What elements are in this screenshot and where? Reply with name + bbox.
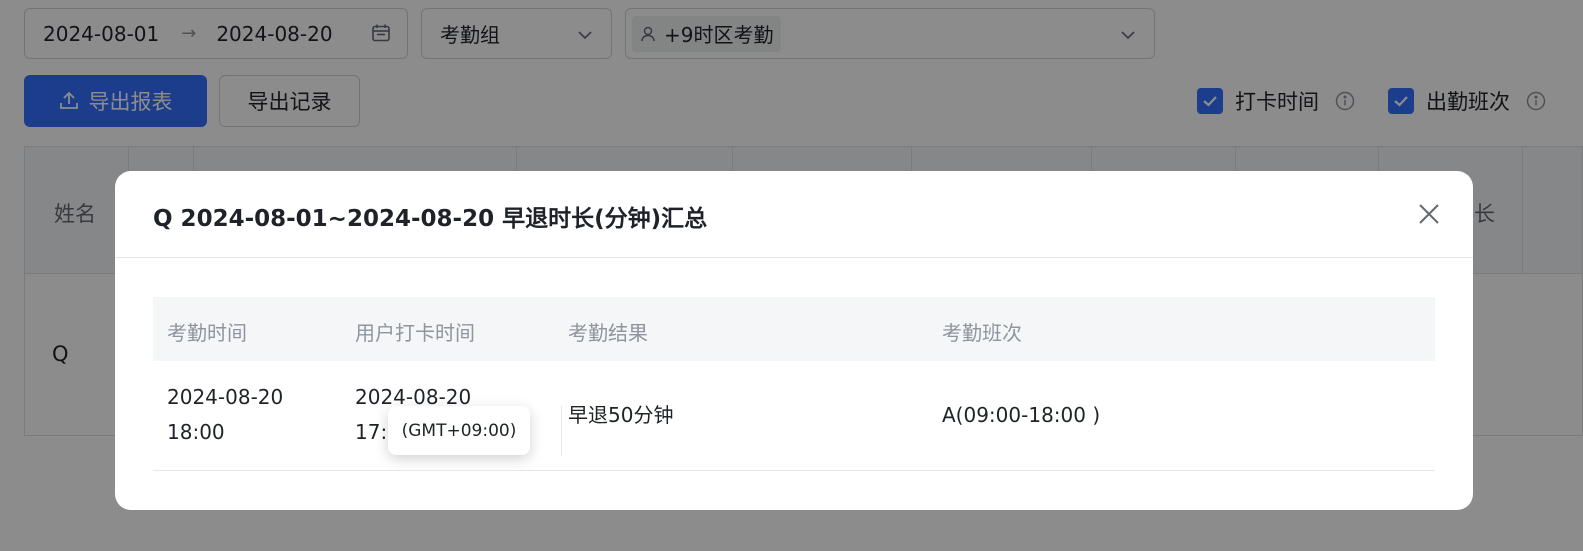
column-header: 考勤班次 (942, 321, 1022, 345)
column-header: 用户打卡时间 (355, 321, 475, 345)
attendance-time-cell: 2024-08-20 18:00 (167, 380, 283, 450)
timezone-tooltip: (GMT+09:00) (388, 406, 530, 455)
attendance-shift-cell: A(09:00-18:00 ) (942, 403, 1101, 427)
close-icon[interactable] (1417, 202, 1441, 226)
detail-table: 考勤时间 用户打卡时间 考勤结果 考勤班次 2024-08-20 18:00 2… (153, 297, 1435, 471)
column-divider (561, 406, 562, 456)
attendance-result-cell: 早退50分钟 (568, 403, 674, 427)
modal-header: Q 2024-08-01~2024-08-20 早退时长(分钟)汇总 (115, 171, 1473, 258)
early-leave-summary-modal: Q 2024-08-01~2024-08-20 早退时长(分钟)汇总 考勤时间 … (115, 171, 1473, 510)
detail-table-header: 考勤时间 用户打卡时间 考勤结果 考勤班次 (153, 297, 1435, 361)
table-row: 2024-08-20 18:00 2024-08-20 17:1 早退50分钟 … (153, 361, 1435, 471)
attendance-clock: 18:00 (167, 420, 225, 444)
modal-title: Q 2024-08-01~2024-08-20 早退时长(分钟)汇总 (153, 206, 708, 232)
attendance-date: 2024-08-20 (167, 385, 284, 409)
column-header: 考勤时间 (167, 321, 247, 345)
column-header: 考勤结果 (568, 321, 648, 345)
